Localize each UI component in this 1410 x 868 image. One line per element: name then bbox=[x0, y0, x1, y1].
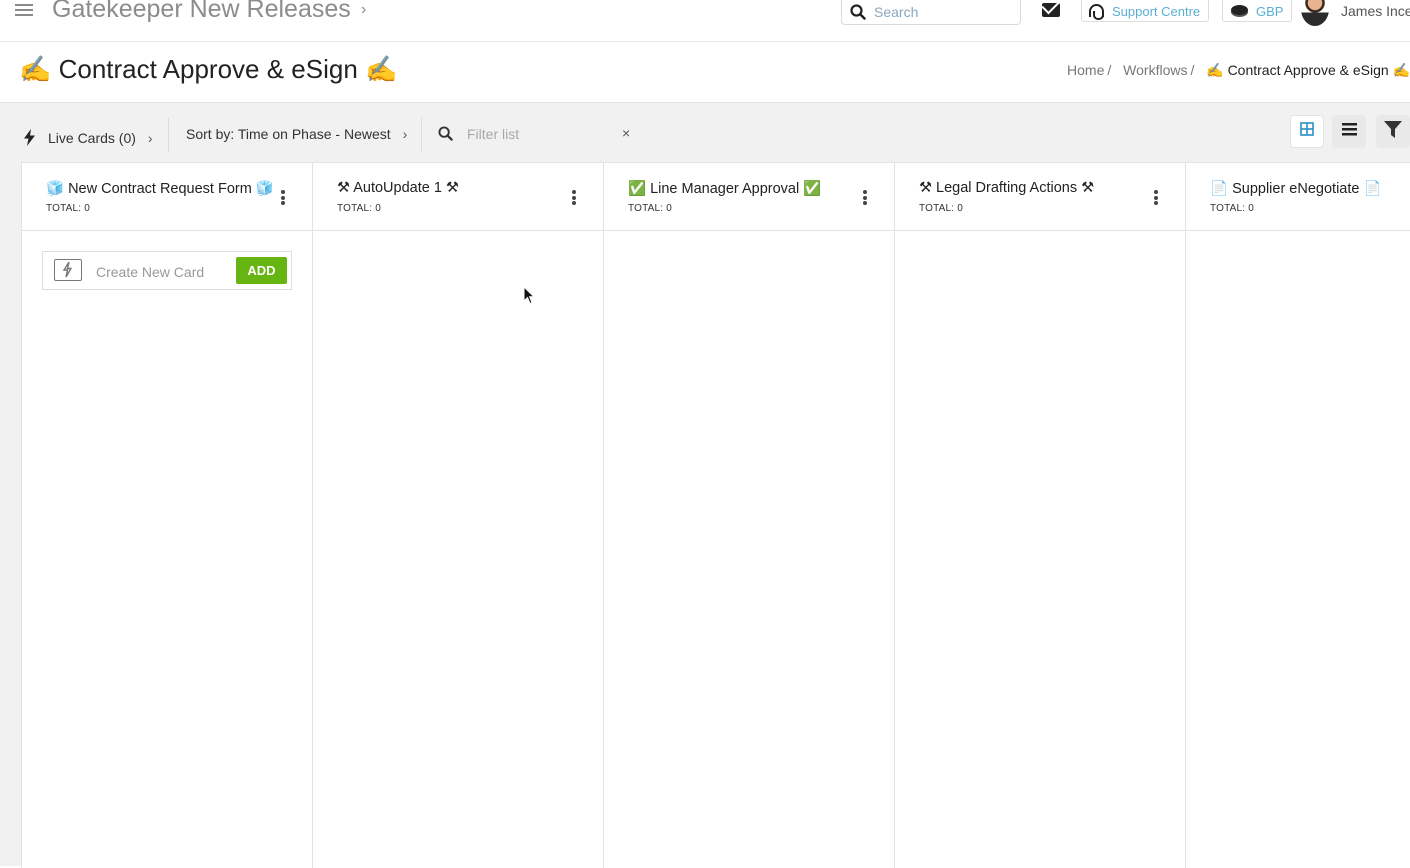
headset-icon bbox=[1089, 4, 1104, 20]
page-title: ✍️ Contract Approve & eSign ✍️ bbox=[19, 54, 398, 84]
chevron-right-icon: › bbox=[147, 130, 153, 146]
column-header: 🧊 New Contract Request Form 🧊 TOTAL: 0 bbox=[22, 163, 312, 231]
envelope-icon[interactable] bbox=[1042, 3, 1060, 17]
phase-column: 🧊 New Contract Request Form 🧊 TOTAL: 0 A… bbox=[22, 163, 313, 868]
create-card-input[interactable] bbox=[94, 263, 224, 281]
filter-funnel-icon bbox=[1384, 120, 1402, 143]
add-card-button[interactable]: ADD bbox=[236, 257, 287, 284]
column-total: TOTAL: 0 bbox=[46, 203, 91, 214]
breadcrumb-workflows[interactable]: Workflows bbox=[1123, 62, 1187, 78]
column-total: TOTAL: 0 bbox=[628, 203, 673, 214]
phase-column: 📄 Supplier eNegotiate 📄 TOTAL: 0 bbox=[1186, 163, 1410, 868]
filter-list: × bbox=[438, 124, 638, 148]
create-card-form: ADD bbox=[42, 251, 292, 290]
column-header: 📄 Supplier eNegotiate 📄 TOTAL: 0 bbox=[1186, 163, 1410, 231]
toolbar-divider bbox=[421, 118, 422, 152]
mouse-cursor-icon bbox=[523, 285, 536, 310]
live-cards-label: Live Cards (0) bbox=[48, 130, 136, 146]
filter-input[interactable] bbox=[465, 125, 605, 143]
lightning-bolt-icon bbox=[54, 259, 82, 281]
kebab-menu-icon[interactable] bbox=[281, 190, 285, 205]
currency-button[interactable]: GBP bbox=[1222, 0, 1293, 22]
support-centre-label: Support Centre bbox=[1112, 4, 1201, 19]
hamburger-menu-icon[interactable] bbox=[15, 4, 33, 18]
live-cards-button[interactable]: Live Cards (0) › bbox=[24, 126, 153, 146]
column-title[interactable]: ⚒ Legal Drafting Actions ⚒ bbox=[919, 180, 1094, 196]
kebab-menu-icon[interactable] bbox=[572, 190, 576, 205]
top-navbar: Gatekeeper New Releases › Support Centre… bbox=[0, 0, 1410, 42]
sort-label: Sort by: Time on Phase - Newest bbox=[186, 126, 391, 142]
breadcrumb-separator: / bbox=[1107, 62, 1112, 78]
breadcrumb: Home / Workflows / ✍️ Contract Approve & e… bbox=[1067, 62, 1410, 79]
support-centre-button[interactable]: Support Centre bbox=[1081, 0, 1210, 22]
column-header: ✅ Line Manager Approval ✅ TOTAL: 0 bbox=[604, 163, 894, 231]
column-title[interactable]: ⚒ AutoUpdate 1 ⚒ bbox=[337, 180, 459, 196]
chevron-right-icon[interactable]: › bbox=[361, 1, 366, 19]
lightning-bolt-icon bbox=[24, 129, 35, 146]
column-total: TOTAL: 0 bbox=[337, 203, 382, 214]
breadcrumb-separator: / bbox=[1190, 62, 1195, 78]
search-input[interactable] bbox=[872, 3, 1012, 21]
chevron-right-icon: › bbox=[402, 126, 408, 142]
sort-dropdown[interactable]: Sort by: Time on Phase - Newest › bbox=[186, 126, 407, 142]
column-header: ⚒ Legal Drafting Actions ⚒ TOTAL: 0 bbox=[895, 163, 1185, 231]
breadcrumb-home[interactable]: Home bbox=[1067, 62, 1104, 78]
app-title[interactable]: Gatekeeper New Releases bbox=[52, 0, 351, 24]
user-name[interactable]: James Ince bbox=[1341, 3, 1410, 19]
breadcrumb-current: ✍️ Contract Approve & eSign ✍ bbox=[1206, 62, 1410, 78]
global-search[interactable] bbox=[841, 0, 1021, 25]
column-header: ⚒ AutoUpdate 1 ⚒ TOTAL: 0 bbox=[313, 163, 603, 231]
grid-view-button[interactable] bbox=[1290, 115, 1324, 148]
currency-label: GBP bbox=[1256, 4, 1284, 19]
toolbar-divider bbox=[168, 118, 169, 152]
phase-column: ⚒ AutoUpdate 1 ⚒ TOTAL: 0 bbox=[313, 163, 604, 868]
search-icon bbox=[850, 4, 866, 25]
filter-button[interactable] bbox=[1376, 115, 1410, 148]
column-total: TOTAL: 0 bbox=[919, 203, 964, 214]
column-total: TOTAL: 0 bbox=[1210, 203, 1255, 214]
search-icon bbox=[438, 126, 453, 146]
column-title[interactable]: ✅ Line Manager Approval ✅ bbox=[628, 180, 821, 197]
coins-icon bbox=[1231, 5, 1248, 15]
phase-column: ✅ Line Manager Approval ✅ TOTAL: 0 bbox=[604, 163, 895, 868]
kanban-board: 🧊 New Contract Request Form 🧊 TOTAL: 0 A… bbox=[21, 162, 1410, 868]
kebab-menu-icon[interactable] bbox=[863, 190, 867, 205]
kebab-menu-icon[interactable] bbox=[1154, 190, 1158, 205]
clear-filter-icon[interactable]: × bbox=[622, 125, 630, 141]
list-view-icon bbox=[1341, 122, 1357, 141]
phase-column: ⚒ Legal Drafting Actions ⚒ TOTAL: 0 bbox=[895, 163, 1186, 868]
user-avatar[interactable] bbox=[1301, 0, 1329, 26]
column-title[interactable]: 🧊 New Contract Request Form 🧊 bbox=[46, 180, 274, 197]
list-view-button[interactable] bbox=[1332, 115, 1366, 148]
board-workspace: Live Cards (0) › Sort by: Time on Phase -… bbox=[0, 102, 1410, 868]
grid-view-icon bbox=[1300, 122, 1314, 141]
column-title[interactable]: 📄 Supplier eNegotiate 📄 bbox=[1210, 180, 1382, 197]
